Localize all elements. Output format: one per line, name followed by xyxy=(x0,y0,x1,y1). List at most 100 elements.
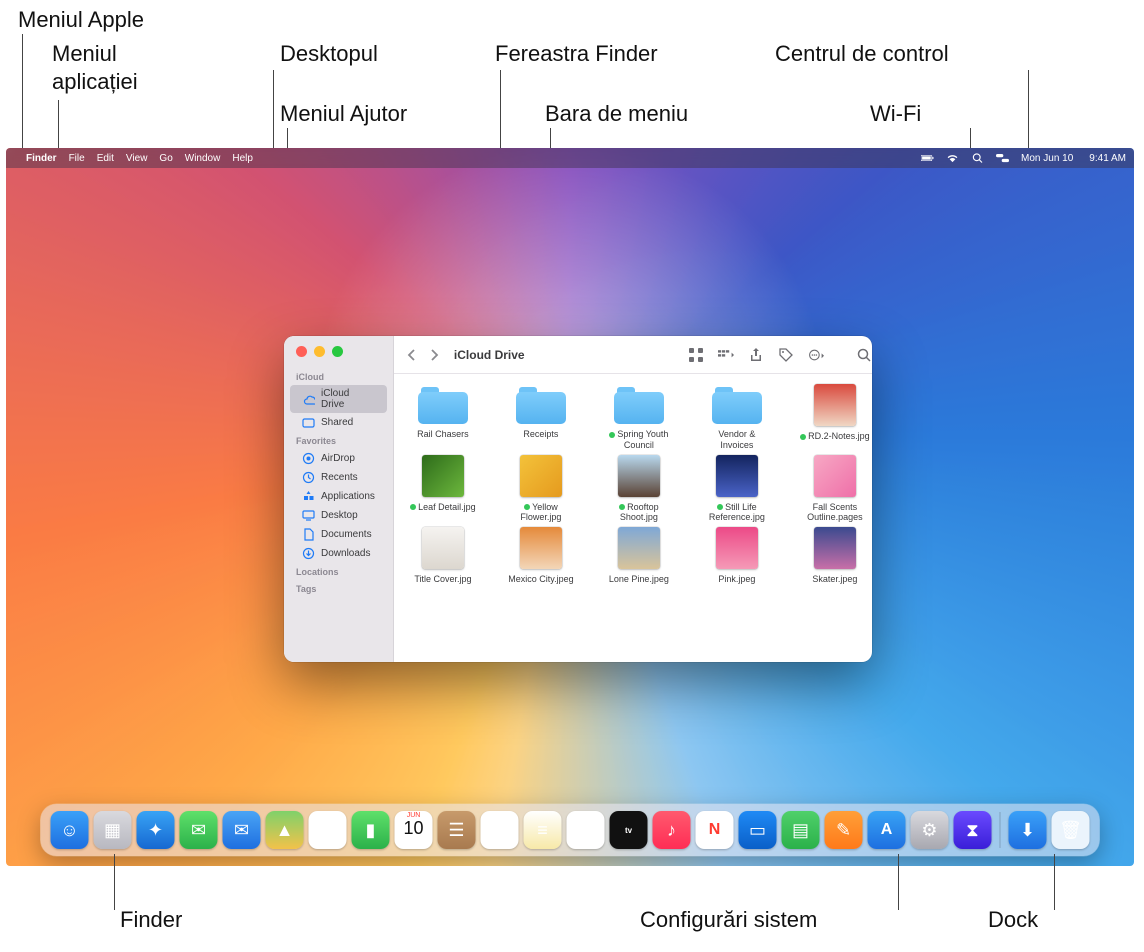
dock-numbers[interactable]: ▤ xyxy=(782,811,820,849)
menubar-date[interactable]: Mon Jun 10 xyxy=(1021,153,1073,164)
file-item[interactable]: Fall Scents Outline.pages xyxy=(800,455,870,524)
sidebar-item-desktop[interactable]: Desktop xyxy=(290,506,387,525)
dock-news[interactable]: N xyxy=(696,811,734,849)
spotlight-icon[interactable] xyxy=(971,152,984,164)
dock-calendar[interactable]: JUN10 xyxy=(395,811,433,849)
file-item[interactable]: Yellow Flower.jpg xyxy=(506,455,576,524)
sidebar-item-airdrop[interactable]: AirDrop xyxy=(290,449,387,468)
thumbnail-icon xyxy=(422,455,464,497)
folder-icon xyxy=(614,384,664,424)
dock-freeform[interactable]: ✎ xyxy=(567,811,605,849)
file-item[interactable]: Receipts xyxy=(506,384,576,451)
menu-window[interactable]: Window xyxy=(185,153,221,164)
file-item[interactable]: RD.2-Notes.jpg xyxy=(800,384,870,451)
dock-pages[interactable]: ✎ xyxy=(825,811,863,849)
share-button[interactable] xyxy=(748,347,764,363)
close-button[interactable] xyxy=(296,346,307,357)
folder-icon xyxy=(516,384,566,424)
dock-finder[interactable]: ☺ xyxy=(51,811,89,849)
dock-launchpad[interactable]: ▦ xyxy=(94,811,132,849)
file-item[interactable]: Still Life Reference.jpg xyxy=(702,455,772,524)
dock-notes[interactable]: ≡ xyxy=(524,811,562,849)
dock-contacts[interactable]: ☰ xyxy=(438,811,476,849)
dock-facetime[interactable]: ▮ xyxy=(352,811,390,849)
callout-app-menu: Meniul aplicației xyxy=(52,40,138,95)
thumbnail-icon xyxy=(716,527,758,569)
dock-settings[interactable]: ⚙ xyxy=(911,811,949,849)
sidebar-item-shared[interactable]: Shared xyxy=(290,413,387,432)
sidebar-item-applications[interactable]: Applications xyxy=(290,487,387,506)
callout-desktop: Desktopul xyxy=(280,40,378,68)
file-item[interactable]: Skater.jpeg xyxy=(800,527,870,585)
file-name: Fall Scents Outline.pages xyxy=(800,502,870,524)
sidebar-header: Favorites xyxy=(284,432,393,449)
dock-reminders[interactable]: ☰ xyxy=(481,811,519,849)
view-icons-button[interactable] xyxy=(688,347,704,363)
callout-dock: Dock xyxy=(988,906,1038,934)
callout-wifi: Wi-Fi xyxy=(870,100,921,128)
sidebar-header: iCloud xyxy=(284,368,393,385)
menu-view[interactable]: View xyxy=(126,153,148,164)
thumbnail-icon xyxy=(618,455,660,497)
sidebar-item-documents[interactable]: Documents xyxy=(290,525,387,544)
wifi-icon[interactable] xyxy=(946,152,959,164)
dock-appstore[interactable]: A xyxy=(868,811,906,849)
file-item[interactable]: Mexico City.jpeg xyxy=(506,527,576,585)
tag-dot xyxy=(410,504,416,510)
finder-window: iCloudiCloud DriveSharedFavoritesAirDrop… xyxy=(284,336,872,662)
dock-safari[interactable]: ✦ xyxy=(137,811,175,849)
menu-help[interactable]: Help xyxy=(232,153,253,164)
dock-photos[interactable]: ✿ xyxy=(309,811,347,849)
dock-screentime[interactable]: ⧗ xyxy=(954,811,992,849)
file-item[interactable]: Rooftop Shoot.jpg xyxy=(604,455,674,524)
sidebar-item-downloads[interactable]: Downloads xyxy=(290,544,387,563)
dock-trash[interactable]: 🗑 xyxy=(1052,811,1090,849)
desktop-icon xyxy=(302,509,315,522)
back-button[interactable] xyxy=(406,349,418,361)
file-item[interactable]: Lone Pine.jpeg xyxy=(604,527,674,585)
dock-keynote[interactable]: ▭ xyxy=(739,811,777,849)
menu-file[interactable]: File xyxy=(69,153,85,164)
file-item[interactable]: Leaf Detail.jpg xyxy=(408,455,478,524)
file-name: RD.2-Notes.jpg xyxy=(800,431,870,442)
battery-icon[interactable] xyxy=(921,152,934,164)
zoom-button[interactable] xyxy=(332,346,343,357)
file-item[interactable]: Vendor & Invoices xyxy=(702,384,772,451)
file-item[interactable]: Title Cover.jpg xyxy=(408,527,478,585)
tag-button[interactable] xyxy=(778,347,794,363)
dock-music[interactable]: ♪ xyxy=(653,811,691,849)
file-item[interactable]: Spring Youth Council xyxy=(604,384,674,451)
apps-icon xyxy=(302,490,315,503)
search-button[interactable] xyxy=(856,347,872,363)
recents-icon xyxy=(302,471,315,484)
forward-button[interactable] xyxy=(428,349,440,361)
control-center-icon[interactable] xyxy=(996,152,1009,164)
dock-maps[interactable]: ▲ xyxy=(266,811,304,849)
minimize-button[interactable] xyxy=(314,346,325,357)
sidebar-item-icloud-drive[interactable]: iCloud Drive xyxy=(290,385,387,413)
finder-sidebar: iCloudiCloud DriveSharedFavoritesAirDrop… xyxy=(284,336,394,662)
group-button[interactable] xyxy=(718,347,734,363)
dock-downloads[interactable]: ⬇ xyxy=(1009,811,1047,849)
menubar-time[interactable]: 9:41 AM xyxy=(1089,153,1126,164)
dock-separator xyxy=(1000,812,1001,848)
dock-tv[interactable]: tv xyxy=(610,811,648,849)
sidebar-item-recents[interactable]: Recents xyxy=(290,468,387,487)
file-item[interactable]: Rail Chasers xyxy=(408,384,478,451)
menu-go[interactable]: Go xyxy=(159,153,172,164)
file-item[interactable]: Pink.jpeg xyxy=(702,527,772,585)
callout-settings: Configurări sistem xyxy=(640,906,817,934)
more-button[interactable] xyxy=(808,347,824,363)
file-name: Skater.jpeg xyxy=(812,574,857,585)
callout-finder-dock: Finder xyxy=(120,906,182,934)
sidebar-item-label: Recents xyxy=(321,472,358,483)
folder-icon xyxy=(418,384,468,424)
app-menu[interactable]: Finder xyxy=(26,153,57,164)
dock-mail[interactable]: ✉ xyxy=(223,811,261,849)
dock-messages[interactable]: ✉ xyxy=(180,811,218,849)
thumbnail-icon xyxy=(520,527,562,569)
down-icon xyxy=(302,547,315,560)
sidebar-item-label: Documents xyxy=(321,529,372,540)
menu-edit[interactable]: Edit xyxy=(97,153,114,164)
file-name: Spring Youth Council xyxy=(604,429,674,451)
